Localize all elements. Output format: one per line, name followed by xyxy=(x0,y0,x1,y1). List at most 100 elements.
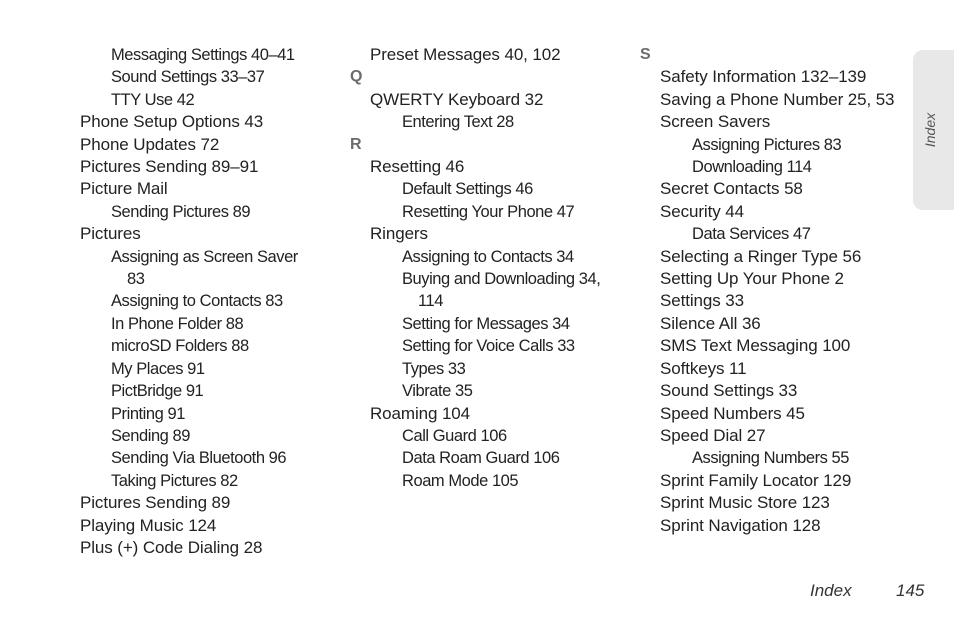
index-entry-text: Phone Setup Options 43 xyxy=(80,112,264,132)
index-subentry: Assigning to Contacts 83 xyxy=(80,290,340,312)
index-entry-text: Softkeys 11 xyxy=(660,358,747,378)
index-subentry: Entering Text 28 xyxy=(350,111,630,133)
index-entry-text: Phone Updates 72 xyxy=(80,134,220,154)
index-entry-text: microSD Folders 88 xyxy=(111,337,249,356)
index-entry: Saving a Phone Number 25, 53 xyxy=(640,89,910,111)
index-entry-text: My Places 91 xyxy=(111,359,205,378)
index-letter-heading: R xyxy=(350,135,362,153)
index-entry: Phone Updates 72 xyxy=(80,134,340,156)
index-entry-text: Pictures xyxy=(80,224,141,244)
index-entry: Settings 33 xyxy=(640,290,910,312)
index-entry-continuation: 114 xyxy=(418,292,443,311)
index-subentry: Messaging Settings 40–41 xyxy=(80,44,340,66)
index-entry-text: Pictures Sending 89–91 xyxy=(80,157,259,177)
index-entry-text: Sound Settings 33 xyxy=(660,381,798,401)
index-entry-text: Roam Mode 105 xyxy=(402,471,519,490)
index-entry-text: Safety Information 132–139 xyxy=(660,67,867,87)
index-entry-text: Data Roam Guard 106 xyxy=(402,449,560,468)
index-entry-text: Speed Dial 27 xyxy=(660,425,766,445)
index-entry: Ringers xyxy=(350,223,630,245)
index-entry-text: Sending 89 xyxy=(111,426,190,445)
index-entry: QWERTY Keyboard 32 xyxy=(350,89,630,111)
index-subentry: Resetting Your Phone 47 xyxy=(350,201,630,223)
index-entry: Security 44 xyxy=(640,201,910,223)
index-entry-text: Taking Pictures 82 xyxy=(111,471,238,490)
index-entry-text: Types 33 xyxy=(402,359,466,378)
index-entry-text: Vibrate 35 xyxy=(402,382,473,401)
index-subentry: In Phone Folder 88 xyxy=(80,313,340,335)
index-entry-text: Assigning to Contacts 34 xyxy=(402,247,574,266)
index-entry: Plus (+) Code Dialing 28 xyxy=(80,537,340,559)
index-column-1: Messaging Settings 40–41 Sound Settings 3… xyxy=(80,44,340,559)
index-subentry: Data Roam Guard 106 xyxy=(350,447,630,469)
index-entry-text: Buying and Downloading 34, xyxy=(402,270,601,289)
index-entry-text: Entering Text 28 xyxy=(402,113,514,132)
index-entry: Picture Mail xyxy=(80,178,340,200)
index-entry-text: Screen Savers xyxy=(660,112,771,132)
index-entry-text: Resetting 46 xyxy=(370,157,465,177)
index-entry-text: Speed Numbers 45 xyxy=(660,403,805,423)
index-entry-text: Preset Messages 40, 102 xyxy=(370,45,561,64)
index-subentry: Setting for Voice Calls 33 xyxy=(350,335,630,357)
index-entry: Pictures Sending 89–91 xyxy=(80,156,340,178)
index-subentry: Sending Pictures 89 xyxy=(80,201,340,223)
footer-section-label: Index xyxy=(810,581,852,600)
index-subentry: Printing 91 xyxy=(80,403,340,425)
index-entry-text: QWERTY Keyboard 32 xyxy=(370,89,544,109)
index-entry: Safety Information 132–139 xyxy=(640,66,910,88)
index-entry-text: Roaming 104 xyxy=(370,403,471,423)
index-entry-text: Assigning as Screen Saver xyxy=(111,247,298,266)
index-entry-text: Setting for Voice Calls 33 xyxy=(402,337,575,356)
page-number: 145 xyxy=(896,581,925,600)
index-entry-text: Ringers xyxy=(370,224,428,244)
index-entry-continuation: 83 xyxy=(127,270,145,289)
index-entry: Resetting 46 xyxy=(350,156,630,178)
index-subentry: Assigning as Screen Saver 83 xyxy=(80,246,340,291)
index-entry: Speed Numbers 45 xyxy=(640,403,910,425)
index-subentry: Types 33 xyxy=(350,358,630,380)
index-entry-text: Downloading 114 xyxy=(692,158,812,177)
index-subentry: Buying and Downloading 34, 114 xyxy=(350,268,630,313)
index-subentry: Assigning Numbers 55 xyxy=(640,447,910,469)
index-column-2: Preset Messages 40, 102 Q QWERTY Keyboard … xyxy=(350,44,630,492)
index-subentry: Sending Via Bluetooth 96 xyxy=(80,447,340,469)
index-entry-text: Selecting a Ringer Type 56 xyxy=(660,246,862,266)
index-entry: Pictures xyxy=(80,223,340,245)
index-entry-text: PictBridge 91 xyxy=(111,382,204,401)
index-subentry: Call Guard 106 xyxy=(350,425,630,447)
index-entry-text: Assigning to Contacts 83 xyxy=(111,292,283,311)
index-entry: Screen Savers xyxy=(640,111,910,133)
index-entry: Preset Messages 40, 102 xyxy=(350,44,630,66)
index-subentry: PictBridge 91 xyxy=(80,380,340,402)
index-entry: Sound Settings 33 xyxy=(640,380,910,402)
index-entry: Softkeys 11 xyxy=(640,358,910,380)
index-entry-text: Resetting Your Phone 47 xyxy=(402,202,575,221)
index-entry-text: Assigning Pictures 83 xyxy=(692,135,842,154)
index-entry-text: Sound Settings 33–37 xyxy=(111,68,265,87)
index-subentry: Taking Pictures 82 xyxy=(80,470,340,492)
index-entry: Playing Music 124 xyxy=(80,515,340,537)
index-entry-text: Setting for Messages 34 xyxy=(402,314,570,333)
index-letter-heading: S xyxy=(640,46,651,63)
index-entry-text: Picture Mail xyxy=(80,179,168,199)
index-entry: SMS Text Messaging 100 xyxy=(640,335,910,357)
index-entry-text: Default Settings 46 xyxy=(402,180,533,199)
index-entry-text: Sprint Navigation 128 xyxy=(660,515,821,535)
index-entry-text: Assigning Numbers 55 xyxy=(692,449,849,468)
index-entry-text: Pictures Sending 89 xyxy=(80,493,231,513)
index-entry: Sprint Navigation 128 xyxy=(640,515,910,537)
index-entry: Setting Up Your Phone 2 xyxy=(640,268,910,290)
index-entry-text: Sprint Music Store 123 xyxy=(660,493,830,513)
index-entry: Roaming 104 xyxy=(350,403,630,425)
index-entry-text: Printing 91 xyxy=(111,404,185,423)
index-entry: Secret Contacts 58 xyxy=(640,178,910,200)
index-column-3: S Safety Information 132–139 Saving a Phon… xyxy=(640,44,910,537)
index-entry: Pictures Sending 89 xyxy=(80,492,340,514)
index-tab-label: Index xyxy=(922,112,938,148)
index-entry-text: Data Services 47 xyxy=(692,225,811,244)
index-subentry: Assigning Pictures 83 xyxy=(640,134,910,156)
index-entry-text: Setting Up Your Phone 2 xyxy=(660,269,844,289)
index-entry: Speed Dial 27 xyxy=(640,425,910,447)
index-subentry: Setting for Messages 34 xyxy=(350,313,630,335)
index-entry: Phone Setup Options 43 xyxy=(80,111,340,133)
